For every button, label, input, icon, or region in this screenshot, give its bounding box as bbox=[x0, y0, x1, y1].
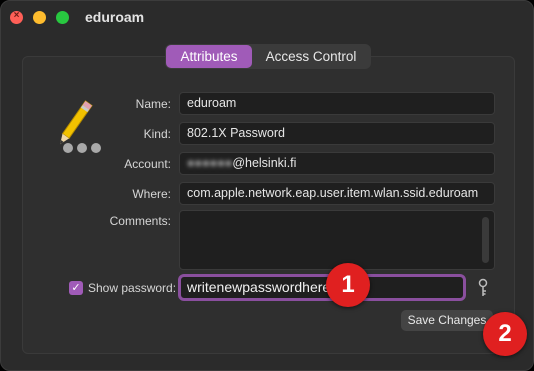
close-icon: × bbox=[13, 10, 20, 21]
kind-field[interactable]: 802.1X Password bbox=[179, 122, 495, 145]
show-password-checkbox[interactable]: ✓ bbox=[69, 281, 83, 295]
checkmark-icon: ✓ bbox=[71, 282, 81, 294]
where-label: Where: bbox=[132, 187, 171, 201]
zoom-button[interactable] bbox=[56, 11, 69, 24]
window-title: eduroam bbox=[85, 9, 145, 25]
minimize-button[interactable] bbox=[33, 11, 46, 24]
tab-bar: Attributes Access Control bbox=[165, 44, 371, 69]
annotation-badge-2: 2 bbox=[483, 312, 527, 356]
account-domain: @helsinki.fi bbox=[232, 156, 297, 170]
where-field[interactable]: com.apple.network.eap.user.item.wlan.ssi… bbox=[179, 182, 495, 205]
keychain-item-window: × eduroam Attributes Access Control Name… bbox=[0, 0, 534, 371]
annotation-badge-1: 1 bbox=[326, 263, 370, 307]
tab-attributes[interactable]: Attributes bbox=[166, 45, 252, 68]
name-label: Name: bbox=[135, 97, 171, 111]
tab-access-control[interactable]: Access Control bbox=[252, 45, 370, 68]
pencil-keychain-icon bbox=[60, 100, 101, 153]
kind-label: Kind: bbox=[143, 127, 171, 141]
password-field[interactable]: writenewpasswordhere bbox=[178, 274, 466, 301]
comments-scrollbar[interactable] bbox=[482, 217, 489, 263]
name-field[interactable]: eduroam bbox=[179, 92, 495, 115]
key-icon[interactable] bbox=[475, 278, 491, 298]
close-button[interactable]: × bbox=[10, 10, 23, 24]
title-bar: × eduroam bbox=[1, 1, 533, 35]
comments-field[interactable] bbox=[179, 210, 495, 270]
show-password-label: Show password: bbox=[88, 281, 177, 295]
save-changes-button[interactable]: Save Changes bbox=[401, 310, 493, 331]
account-blurred-text: ●●●●●● bbox=[187, 156, 233, 170]
comments-label: Comments: bbox=[109, 214, 171, 228]
account-label: Account: bbox=[124, 157, 171, 171]
account-field[interactable]: ●●●●●●@helsinki.fi bbox=[179, 152, 495, 175]
